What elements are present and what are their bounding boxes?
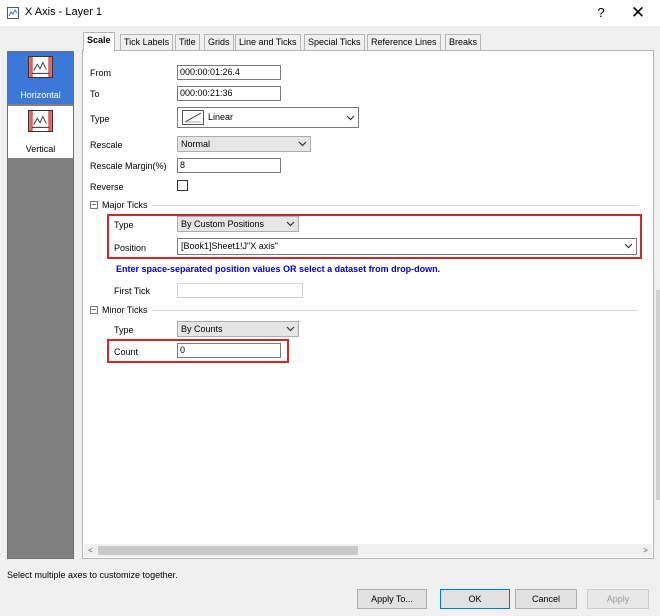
sidebar-item-label: Vertical [25,144,56,154]
tab-grids[interactable]: Grids [204,34,234,50]
collapse-minor-ticks-icon[interactable]: − [90,306,98,314]
chevron-down-icon [346,115,355,121]
tab-line-and-ticks[interactable]: Line and Ticks [235,34,301,50]
reverse-checkbox[interactable] [177,180,188,191]
sidebar-item-label: Horizontal [20,90,61,100]
scroll-right-icon[interactable]: > [639,544,652,557]
tab-reference-lines[interactable]: Reference Lines [367,34,441,50]
help-button[interactable]: ? [592,3,610,23]
from-input[interactable]: 000:00:01:26.4 [177,65,281,80]
rescale-dropdown[interactable]: Normal [177,136,311,152]
axis-list-panel: Horizontal Vertical [7,51,74,559]
chevron-down-icon [624,243,633,249]
minor-ticks-divider [152,310,638,311]
to-input[interactable]: 000:00:21:36 [177,86,281,101]
close-button[interactable]: ✕ [628,3,648,23]
background-window-edge [656,290,660,500]
first-tick-input[interactable] [177,283,303,298]
chevron-down-icon [286,221,295,227]
collapse-major-ticks-icon[interactable]: − [90,201,98,209]
horizontal-axis-icon [28,56,53,78]
sidebar-item-horizontal[interactable]: Horizontal [8,52,73,104]
rescale-margin-input[interactable]: 8 [177,158,281,173]
chevron-down-icon [286,326,295,332]
cancel-button[interactable]: Cancel [515,589,577,609]
minor-ticks-header: Minor Ticks [102,305,148,315]
minor-type-value: By Counts [181,324,223,334]
window-title: X Axis - Layer 1 [25,6,103,18]
sidebar-item-vertical[interactable]: Vertical [8,106,73,158]
minor-type-dropdown[interactable]: By Counts [177,321,299,337]
tab-title[interactable]: Title [175,34,200,50]
rescale-label: Rescale [90,140,123,150]
position-hint-text: Enter space-separated position values OR… [116,264,441,274]
rescale-margin-label: Rescale Margin(%) [90,161,167,171]
type-label: Type [90,114,110,124]
tab-tick-labels[interactable]: Tick Labels [120,34,174,50]
from-label: From [90,68,111,78]
linear-scale-icon [182,110,204,125]
major-ticks-header: Major Ticks [102,200,148,210]
scroll-left-icon[interactable]: < [84,544,97,557]
scroll-thumb[interactable] [98,546,358,555]
tab-scale[interactable]: Scale [83,32,115,51]
app-icon [7,7,19,19]
scale-tab-panel [82,50,654,559]
rescale-value: Normal [181,139,211,149]
scale-type-value: Linear [208,112,234,122]
position-label: Position [114,243,147,253]
major-type-dropdown[interactable]: By Custom Positions [177,216,299,232]
reverse-label: Reverse [90,182,124,192]
status-text: Select multiple axes to customize togeth… [7,570,178,580]
major-type-value: By Custom Positions [181,219,265,229]
scale-type-dropdown[interactable]: Linear [177,107,359,128]
minor-type-label: Type [114,325,134,335]
horizontal-scrollbar[interactable]: < > [84,544,652,557]
first-tick-label: First Tick [114,286,150,296]
count-input[interactable]: 0 [177,343,281,358]
apply-button[interactable]: Apply [587,589,649,609]
apply-to-button[interactable]: Apply To... [357,589,427,609]
tab-breaks[interactable]: Breaks [445,34,482,50]
to-label: To [90,89,100,99]
ok-button[interactable]: OK [440,589,510,609]
major-ticks-divider [152,205,638,206]
position-combobox[interactable]: [Book1]Sheet1!J"X axis" [177,238,637,255]
tab-special-ticks[interactable]: Special Ticks [304,34,365,50]
position-value: [Book1]Sheet1!J"X axis" [181,241,278,251]
count-label: Count [114,347,139,357]
vertical-axis-icon [28,110,53,132]
major-type-label: Type [114,220,134,230]
chevron-down-icon [298,141,307,147]
